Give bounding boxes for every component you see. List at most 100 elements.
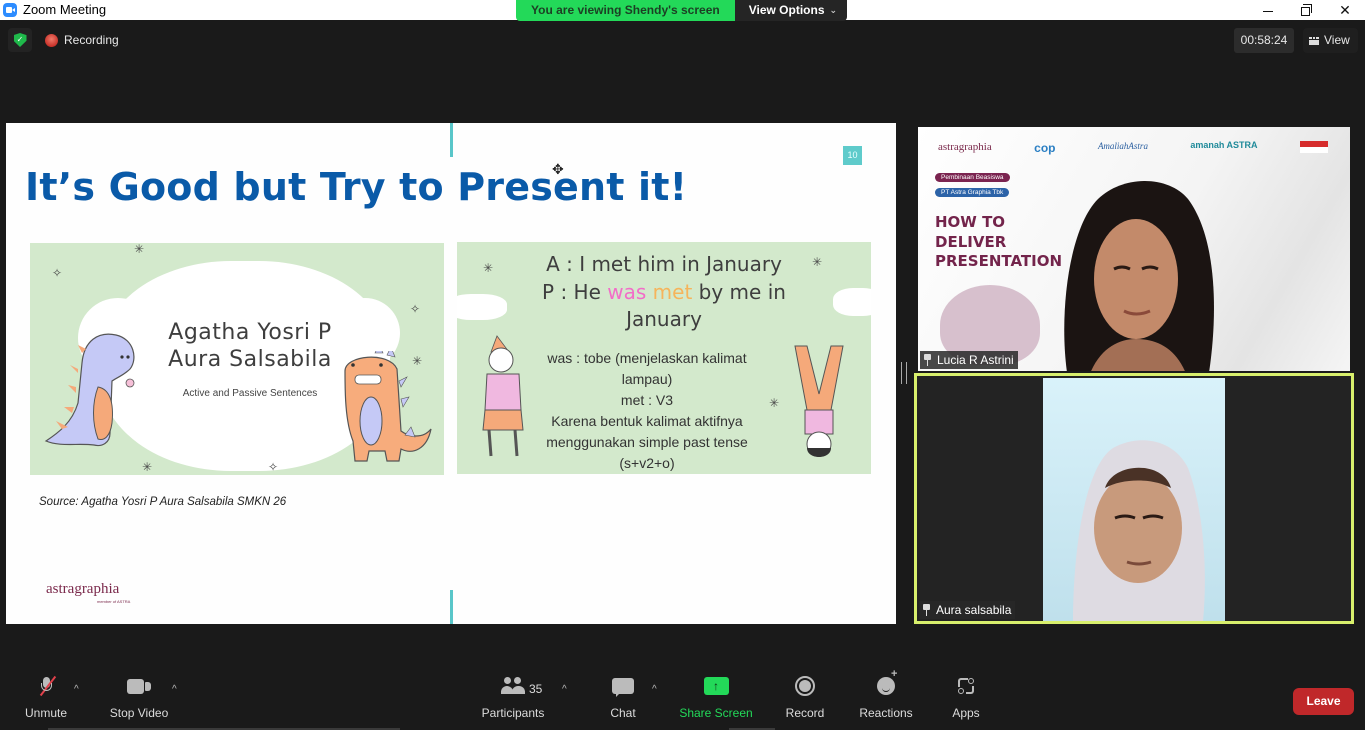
- zoom-meeting-window: Zoom Meeting ✕ You are viewing Shendy's …: [0, 0, 1365, 730]
- card-author-1: Agatha Yosri P: [168, 320, 332, 345]
- meeting-controls-toolbar: Unmute ^ Stop Video ^ Participants 35 ^ …: [0, 668, 1365, 730]
- reaction-smiley-icon: [877, 668, 897, 695]
- view-options-label: View Options: [748, 3, 825, 17]
- explanation-line: Karena bentuk kalimat aktifnya: [551, 413, 743, 429]
- minimize-button[interactable]: [1248, 0, 1288, 20]
- orange-dinosaur-illustration: [344, 351, 432, 462]
- leave-button[interactable]: Leave: [1293, 688, 1354, 715]
- pin-icon: [922, 604, 931, 616]
- panel-resize-handle[interactable]: [901, 362, 907, 384]
- sparkle-icon: ✧: [52, 266, 63, 280]
- chat-label: Chat: [610, 706, 636, 720]
- participant-figure: [1073, 440, 1205, 621]
- record-button[interactable]: Record: [785, 672, 825, 728]
- share-screen-icon: ↑: [703, 677, 729, 695]
- explanation-line: (s+v2+o): [619, 455, 675, 471]
- passive-sentence: P : He was met by me in: [457, 280, 871, 304]
- participants-label: Participants: [481, 706, 545, 720]
- bg-logo-amaliah: AmaliahAstra: [1097, 141, 1148, 151]
- apps-label: Apps: [952, 706, 980, 720]
- screen-share-banner: You are viewing Shendy's screen View Opt…: [516, 0, 848, 21]
- participant-name: Lucia R Astrini: [937, 353, 1014, 367]
- share-screen-label: Share Screen: [679, 706, 753, 720]
- pin-icon: [923, 354, 932, 366]
- stop-video-label: Stop Video: [109, 706, 169, 720]
- bg-logo-flag: [1299, 141, 1328, 153]
- passive-was: was: [607, 280, 647, 304]
- audio-options-caret[interactable]: ^: [74, 684, 79, 695]
- record-icon: [795, 676, 815, 696]
- move-cursor-icon: ✥: [552, 161, 564, 177]
- passive-prefix: P : He: [542, 280, 601, 304]
- explanation-line: lampau): [621, 371, 673, 387]
- chat-button[interactable]: Chat: [605, 672, 641, 728]
- shield-check-icon: ✓: [13, 33, 27, 47]
- slide-divider-top: [450, 123, 453, 157]
- chat-options-caret[interactable]: ^: [652, 684, 657, 695]
- recording-status[interactable]: Recording: [64, 33, 119, 47]
- blue-dinosaur-illustration: [44, 333, 135, 447]
- video-camera-icon: [126, 678, 152, 694]
- participants-count: 35: [529, 682, 543, 696]
- bg-logo-amanah: amanah ASTRA: [1190, 140, 1258, 150]
- reactions-button[interactable]: Reactions: [858, 668, 914, 728]
- share-screen-button[interactable]: ↑ Share Screen: [679, 672, 753, 728]
- apps-button[interactable]: Apps: [948, 672, 984, 728]
- slide-title: It’s Good but Try to Present it!: [25, 165, 688, 209]
- record-label: Record: [785, 706, 825, 720]
- explanation-line: menggunakan simple past tense: [546, 434, 748, 450]
- card-subtitle: Active and Passive Sentences: [182, 388, 318, 399]
- slide-divider-bottom: [450, 590, 453, 624]
- participant-name-tag: Aura salsabila: [919, 601, 1016, 619]
- view-button[interactable]: View: [1303, 28, 1358, 53]
- sparkle-icon: ✳: [769, 396, 780, 410]
- participants-options-caret[interactable]: ^: [562, 684, 567, 695]
- virtual-background-logos: astragraphia cop AmaliahAstra amanah AST…: [938, 141, 1328, 155]
- boy-illustration: [482, 335, 524, 457]
- view-label: View: [1324, 33, 1350, 47]
- slide-page-number: 10: [843, 146, 862, 165]
- slide-source-caption: Source: Agatha Yosri P Aura Salsabila SM…: [39, 496, 287, 508]
- passive-sentence-continued: January: [626, 307, 702, 331]
- astragraphia-logo-subtitle: member of ASTRA: [97, 599, 131, 604]
- explanation-line: was : tobe (menjelaskan kalimat: [547, 350, 747, 366]
- participant-video-lucia: [1064, 181, 1214, 371]
- chevron-down-icon: ⌄: [829, 5, 838, 15]
- apps-icon: [958, 678, 974, 694]
- view-options-button[interactable]: View Options ⌄: [734, 0, 848, 21]
- sparkle-icon: ✧: [268, 460, 279, 474]
- window-title: Zoom Meeting: [23, 2, 107, 17]
- restore-icon: [1300, 3, 1312, 16]
- restore-button[interactable]: [1285, 0, 1325, 20]
- video-options-caret[interactable]: ^: [172, 684, 177, 695]
- participants-icon: [501, 677, 525, 695]
- active-sentence: A : I met him in January: [546, 252, 782, 276]
- participant-video-aura: [1043, 378, 1225, 621]
- stop-video-button[interactable]: Stop Video: [106, 672, 172, 728]
- sparkle-icon: ✳: [134, 243, 145, 256]
- card-author-2: Aura Salsabila: [168, 347, 332, 372]
- passive-suffix: by me in: [698, 280, 786, 304]
- close-button[interactable]: ✕: [1325, 0, 1365, 20]
- viewing-label: You are viewing Shendy's screen: [516, 0, 735, 21]
- gallery-view-icon: [1309, 36, 1319, 45]
- example-slide-thumbnail: ✳ ✳ ✳ A : I met him in January P : He wa…: [457, 242, 871, 474]
- shared-screen-slide: 10 It’s Good but Try to Present it! ✥ ✳ …: [6, 123, 896, 624]
- bg-logo-cop: cop: [1034, 141, 1056, 155]
- bg-logo-astragraphia: astragraphia: [938, 141, 992, 153]
- recording-icon: [45, 34, 58, 47]
- minimize-icon: [1263, 10, 1273, 12]
- unmute-label: Unmute: [24, 706, 68, 720]
- meeting-timer: 00:58:24: [1234, 28, 1294, 53]
- video-tile-aura-active-speaker[interactable]: Aura salsabila: [914, 373, 1354, 624]
- bg-pill-company: PT Astra Graphia Tbk: [935, 188, 1010, 197]
- video-tile-lucia[interactable]: astragraphia cop AmaliahAstra amanah AST…: [918, 127, 1350, 371]
- security-info-button[interactable]: ✓: [8, 28, 32, 52]
- astragraphia-logo: astragraphia: [46, 581, 120, 597]
- participants-button[interactable]: Participants: [480, 672, 546, 728]
- unmute-button[interactable]: Unmute: [22, 672, 70, 728]
- participant-name-tag: Lucia R Astrini: [920, 351, 1018, 369]
- microphone-muted-icon: [39, 675, 57, 697]
- explanation-line: met : V3: [620, 392, 674, 408]
- bg-pill-scholarship: Pembinaan Beasiswa: [935, 173, 1010, 182]
